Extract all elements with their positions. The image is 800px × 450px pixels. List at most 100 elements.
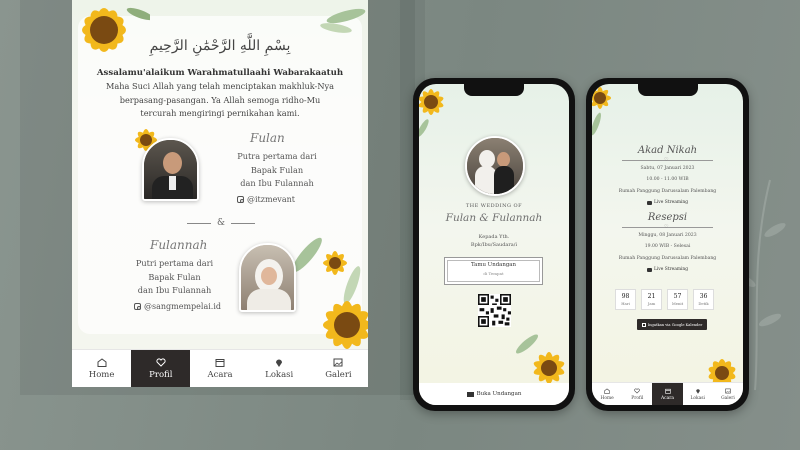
nav-label: Profil bbox=[631, 395, 644, 401]
groom-name: Fulan bbox=[250, 131, 285, 145]
countdown-days: 98 Hari bbox=[615, 289, 636, 310]
nav-lokasi[interactable]: Lokasi bbox=[683, 383, 713, 405]
akad-time: 10.00 - 11.00 WIB bbox=[646, 177, 689, 182]
bottom-nav: Home Profil Acara Lokasi Galeri bbox=[592, 382, 743, 405]
bride-info: Putri pertama dari Bapak Fulan dan Ibu F… bbox=[127, 257, 222, 298]
countdown-hours: 21 Jam bbox=[641, 289, 662, 310]
bismillah-calligraphy: بِسْمِ اللَّهِ الرَّحْمَٰنِ الرَّحِيمِ bbox=[149, 38, 291, 54]
countdown-value: 21 bbox=[647, 293, 656, 300]
cover-screen: THE WEDDING OF Fulan & Fulannah Kepada Y… bbox=[419, 84, 569, 405]
nav-label: Lokasi bbox=[690, 395, 705, 401]
image-icon bbox=[725, 388, 731, 393]
guest-box: Tamu Undangan di Tempat bbox=[444, 257, 543, 285]
couple-names: Fulan & Fulannah bbox=[445, 212, 543, 224]
countdown-label: Detik bbox=[698, 301, 709, 306]
nav-lokasi[interactable]: Lokasi bbox=[250, 350, 309, 387]
calendar-icon bbox=[664, 388, 671, 394]
heart-icon bbox=[156, 357, 166, 367]
greeting-text: Assalamu'alaikum Warahmatullaahi Wabarak… bbox=[96, 68, 344, 78]
guest-box-place: di Tempat bbox=[483, 271, 504, 276]
calendar-icon bbox=[215, 358, 225, 367]
ampersand: & bbox=[216, 218, 225, 228]
heart-icon: ♡ bbox=[664, 157, 669, 163]
nav-label: Home bbox=[600, 395, 614, 401]
map-pin-icon bbox=[276, 359, 283, 367]
image-icon bbox=[333, 358, 343, 366]
calendar-icon bbox=[641, 322, 646, 327]
open-invitation-label: Buka Undangan bbox=[476, 391, 522, 397]
open-invitation-button[interactable]: Buka Undangan bbox=[419, 383, 569, 405]
groom-info: Putra pertama dari Bapak Fulan dan Ibu F… bbox=[217, 150, 337, 191]
nav-home[interactable]: Home bbox=[72, 350, 131, 387]
home-icon bbox=[604, 388, 610, 394]
akad-title: Akad Nikah bbox=[637, 145, 698, 156]
countdown-label: Menit bbox=[671, 301, 684, 306]
phone-cover: THE WEDDING OF Fulan & Fulannah Kepada Y… bbox=[413, 78, 575, 411]
nav-label: Acara bbox=[661, 395, 674, 401]
bride-info-line: dan Ibu Fulannah bbox=[137, 285, 212, 295]
profile-screen: بِسْمِ اللَّهِ الرَّحْمَٰنِ الرَّحِيمِ A… bbox=[72, 0, 368, 387]
qr-code bbox=[478, 294, 511, 327]
nav-label: Galeri bbox=[721, 395, 735, 401]
opening-line: berpasang-pasangan. Ya Allah semoga ridh… bbox=[119, 94, 321, 105]
nav-label: Acara bbox=[207, 369, 233, 380]
live-label: Live Streaming bbox=[653, 267, 689, 272]
nav-acara[interactable]: Acara bbox=[652, 383, 683, 405]
countdown-label: Jam bbox=[647, 301, 656, 306]
nav-galeri[interactable]: Galeri bbox=[309, 350, 368, 387]
nav-label: Lokasi bbox=[265, 369, 294, 380]
phone-notch bbox=[637, 84, 698, 96]
leaves-icon bbox=[320, 8, 366, 33]
camera-icon bbox=[646, 200, 652, 205]
sunflower-icon bbox=[592, 87, 611, 136]
nav-acara[interactable]: Acara bbox=[190, 350, 249, 387]
guest-label: Bpk/Ibu/Saudara/i bbox=[470, 242, 518, 248]
countdown-seconds: 36 Detik bbox=[693, 289, 714, 310]
bride-instagram-link[interactable]: @sangmempelai.id bbox=[134, 302, 221, 311]
akad-live-streaming-link[interactable]: Live Streaming bbox=[592, 200, 743, 205]
nav-profil[interactable]: Profil bbox=[622, 383, 652, 405]
opening-text: Maha Suci Allah yang telah menciptakan m… bbox=[72, 80, 368, 121]
groom-info-line: dan Ibu Fulannah bbox=[240, 178, 314, 188]
bride-info-line: Bapak Fulan bbox=[148, 271, 201, 282]
groom-instagram-link[interactable]: @itzmevant bbox=[237, 195, 295, 204]
bottom-nav: Home Profil Acara Lokasi Galeri bbox=[72, 349, 368, 387]
couple-photo bbox=[465, 136, 525, 196]
instagram-icon bbox=[134, 303, 141, 310]
countdown-value: 36 bbox=[699, 293, 708, 300]
bride-photo bbox=[239, 243, 296, 312]
countdown-value: 57 bbox=[673, 293, 682, 300]
groom-instagram-handle: @itzmevant bbox=[247, 195, 295, 204]
countdown-minutes: 57 Menit bbox=[667, 289, 688, 310]
nav-label: Home bbox=[88, 369, 115, 380]
to-label: Kepada Yth. bbox=[478, 234, 510, 240]
bride-info-line: Putri pertama dari bbox=[135, 258, 214, 268]
nav-galeri[interactable]: Galeri bbox=[713, 383, 743, 405]
phone-notch bbox=[464, 84, 524, 96]
home-icon bbox=[97, 357, 107, 367]
nav-home[interactable]: Home bbox=[592, 383, 622, 405]
divider-line bbox=[231, 222, 255, 224]
groom-photo bbox=[142, 138, 199, 201]
instagram-icon bbox=[237, 196, 244, 203]
resepsi-title: Resepsi bbox=[647, 212, 688, 223]
google-calendar-button[interactable]: Ingatkan via Google Kalender bbox=[637, 319, 707, 330]
opening-line: tercurah mengiringi pernikahan kami. bbox=[140, 108, 300, 118]
events-screen: Akad Nikah ♡ Sabtu, 07 Januari 2023 10.0… bbox=[592, 84, 743, 405]
nav-label: Profil bbox=[149, 369, 173, 380]
resepsi-date: Minggu, 08 Januari 2023 bbox=[638, 233, 697, 238]
envelope-icon bbox=[466, 391, 474, 397]
countdown-value: 98 bbox=[621, 293, 630, 300]
resepsi-time: 19.00 WIB - Selesai bbox=[644, 244, 691, 249]
akad-date: Sabtu, 07 Januari 2023 bbox=[640, 166, 695, 171]
countdown-label: Hari bbox=[621, 301, 630, 306]
google-calendar-label: Ingatkan via Google Kalender bbox=[647, 322, 703, 327]
bride-name: Fulannah bbox=[150, 238, 208, 252]
nav-profil[interactable]: Profil bbox=[131, 350, 191, 387]
resepsi-live-streaming-link[interactable]: Live Streaming bbox=[592, 267, 743, 272]
guest-box-title: Tamu Undangan bbox=[471, 262, 516, 268]
divider-line bbox=[186, 222, 211, 224]
opening-line: Maha Suci Allah yang telah menciptakan m… bbox=[106, 81, 334, 91]
phone-events: Akad Nikah ♡ Sabtu, 07 Januari 2023 10.0… bbox=[586, 78, 749, 411]
groom-info-line: Putra pertama dari bbox=[237, 151, 317, 161]
